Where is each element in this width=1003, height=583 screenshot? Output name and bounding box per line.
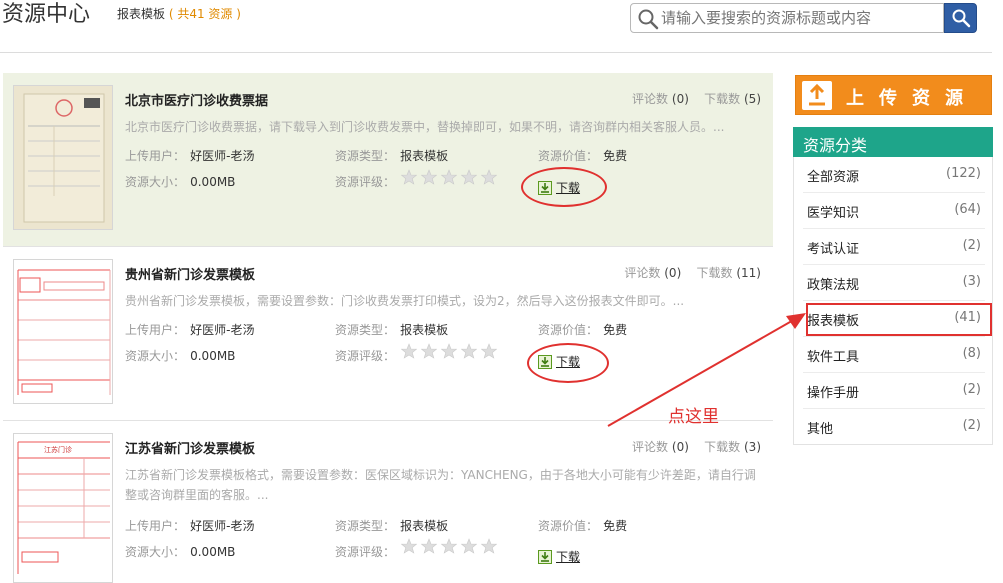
annotation-arrow [607,313,806,427]
annotation-note: 点这里 [668,407,719,427]
